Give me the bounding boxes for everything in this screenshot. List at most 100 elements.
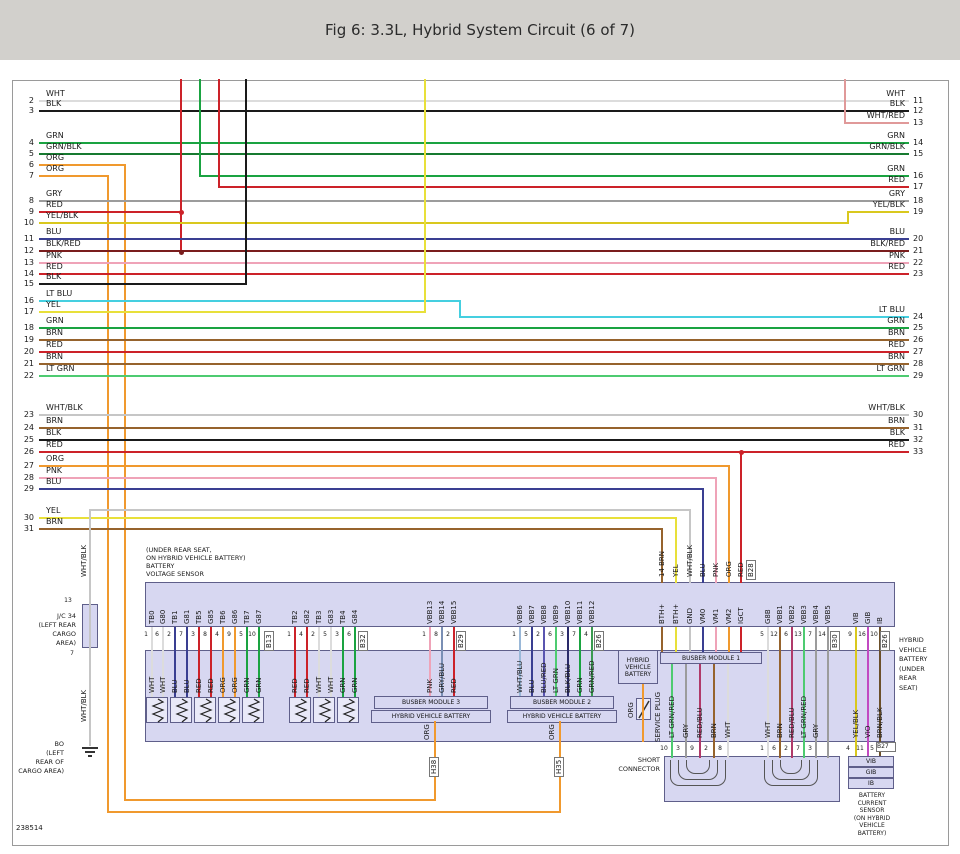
pin-number: 7 [66,649,78,658]
hybrid-battery-right-label: HYBRID VEHICLE BATTERY (UNDER REAR SEAT) [899,636,951,693]
wire-color-label: LT BLU [46,289,72,298]
vertical-wire-label: GRN/RED [588,660,596,693]
vertical-wire [740,627,742,652]
right-pin-24: 24 [913,312,923,321]
wire-ltgrn-22-29 [39,375,909,377]
junction-dot [739,450,744,455]
terminal-label: TB7 [243,610,251,624]
left-pin-26: 26 [14,447,34,456]
terminal-label: ORG [423,724,431,740]
wire-color-label: BLK [46,99,61,108]
right-pin-13: 13 [913,118,923,127]
left-pin-12: 12 [14,246,34,255]
right-pin-29: 29 [913,371,923,380]
terminal-label: VBB7 [528,605,536,624]
b27-label: B27 [876,742,896,752]
hybrid-vehicle-battery-small-box: HYBRID VEHICLE BATTERY [618,650,658,684]
wire-whtred-13 [844,122,909,124]
vertical-wire-label: BLU [183,680,191,693]
terminal-label: VBB14 [438,601,446,624]
wire-color-label: BLU [760,227,905,236]
vertical-wire [715,627,717,652]
jc34-label: J/C 34 (LEFT REAR CARGO AREA) [14,612,76,648]
wire-color-label: BLK/RED [760,239,905,248]
vertical-wire [689,627,691,652]
terminal-label: TB4 [339,610,347,624]
vertical-wire-label: RED [207,678,215,693]
left-pin-24: 24 [14,423,34,432]
pin-number: 12 [768,630,780,639]
wire-color-label: RED [760,262,905,271]
wire-blu-29 [39,488,704,490]
wire-color-label: BRN [46,416,63,425]
vertical-wire [803,627,805,758]
terminal-label: RED [737,562,745,577]
terminal-label: TB0 [148,610,156,624]
terminal-label: BLU [699,564,707,577]
left-pin-14: 14 [14,269,34,278]
terminal-label: YEL [672,564,680,577]
terminal-label: VBB11 [576,601,584,624]
pin-number: 2 [307,630,319,639]
pin-number: 9 [686,744,698,753]
terminal-label: G86 [231,610,239,624]
terminal-label: BTH+ [658,604,666,624]
connector-id-label: H38 [429,757,439,777]
wire-color-label: YEL [46,300,60,309]
right-pin-17: 17 [913,182,923,191]
wire-color-label: BLK [46,428,61,437]
wire-org-27 [39,465,730,467]
wire-color-label: WHT/RED [760,111,905,120]
pin-number: 9 [844,630,856,639]
battery-current-sensor-label: BATTERY CURRENT SENSOR (ON HYBRID VEHICL… [844,792,900,837]
vertical-wire-label: RED [303,678,311,693]
terminal-label: TB3 [315,610,323,624]
wire-org-7 [107,811,561,813]
wire-color-label: GRN [46,316,64,325]
busber-module-3-box: BUSBER MODULE 3 [374,696,488,709]
right-pin-19: 19 [913,207,923,216]
vertical-wire-label: PNK [426,679,434,693]
pin-number: 2 [532,630,544,639]
vertical-wire-label: WHT [764,722,772,738]
wire-color-label: WHT [46,89,65,98]
right-pin-16: 16 [913,171,923,180]
vertical-wire-label: BLK/BLU [564,664,572,693]
left-pin-29: 29 [14,484,34,493]
pin-number: 14 [816,630,828,639]
wire-org-7 [39,175,109,177]
terminal-label: VBB4 [812,605,820,624]
connector-id-label: B26 [594,631,604,651]
coil-symbol [146,697,168,723]
terminal-label: PNK [712,563,720,577]
left-pin-15: 15 [14,279,34,288]
terminal-label: WHT/BLK [80,545,88,577]
terminal-label: VBB8 [540,605,548,624]
terminal-label: VBB3 [800,605,808,624]
terminal-label: VBB10 [564,601,572,624]
left-pin-28: 28 [14,473,34,482]
connector-id-label: B32 [358,631,368,651]
wire-color-label: BRN [46,328,63,337]
pin-number: 4 [842,744,854,753]
wire-color-label: ORG [46,454,64,463]
terminal-label: TB6 [219,610,227,624]
junction-dot [179,210,184,215]
left-pin-10: 10 [14,218,34,227]
vertical-wire [791,627,793,758]
pin-number: 5 [319,630,331,639]
terminal-label: VM1 [712,609,720,624]
vertical-wire-label: RED/BLU [788,707,796,738]
vertical-wire-label: BRN/BLK [876,707,884,738]
left-pin-7: 7 [14,171,34,180]
wire-red-17 [218,79,220,188]
vertical-wire [702,627,704,652]
right-pin-12: 12 [913,106,923,115]
wire-color-label: YEL/BLK [760,200,905,209]
vertical-wire-label: GRN [243,677,251,693]
terminal-label: IB [876,617,884,624]
terminal-label: G83 [327,610,335,624]
coil-symbol [313,697,335,723]
left-pin-3: 3 [14,106,34,115]
ground-symbol [85,751,95,753]
